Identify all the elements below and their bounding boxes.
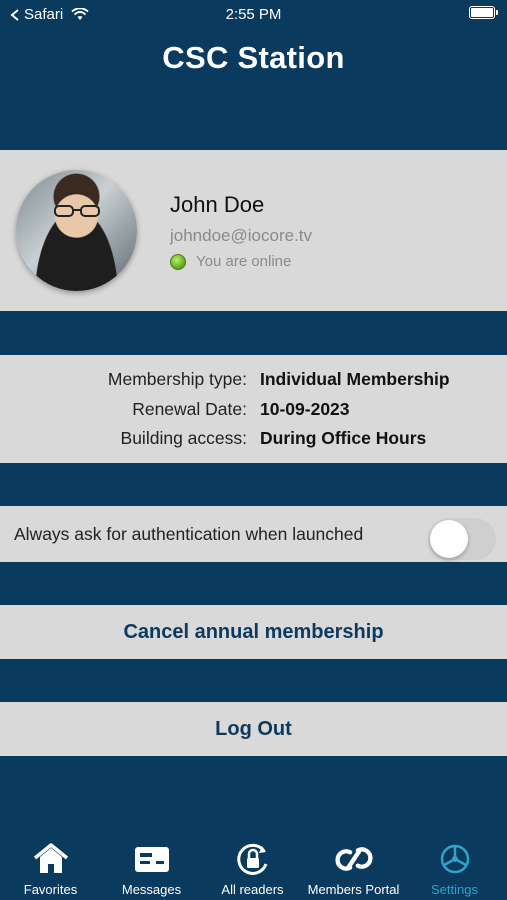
tab-bar: Favorites Messages All readers Members P…: [0, 836, 507, 900]
toggle-knob: [430, 520, 468, 558]
profile-panel: John Doe johndoe@iocore.tv You are onlin…: [0, 150, 507, 311]
membership-panel: Membership type: Individual Membership R…: [0, 355, 507, 463]
profile-email: johndoe@iocore.tv: [170, 226, 313, 245]
online-dot-icon: [170, 253, 186, 270]
building-access-label: Building access:: [120, 428, 247, 448]
online-status-text: You are online: [196, 253, 292, 270]
status-time: 2:55 PM: [225, 6, 282, 23]
glasses-icon: [54, 205, 100, 217]
cancel-membership-label: Cancel annual membership: [123, 620, 384, 643]
message-card-icon: [134, 847, 169, 872]
tab-favorites[interactable]: Favorites: [0, 836, 101, 900]
avatar: [16, 170, 137, 291]
tab-all-readers[interactable]: All readers: [202, 836, 303, 900]
renewal-date-row: Renewal Date: 10-09-2023: [0, 399, 507, 427]
settings-icon: [440, 844, 469, 874]
membership-type-row: Membership type: Individual Membership: [0, 369, 507, 397]
tab-members-portal[interactable]: Members Portal: [303, 836, 404, 900]
renewal-date-value: 10-09-2023: [260, 399, 350, 419]
auth-setting-row: Always ask for authentication when launc…: [0, 506, 507, 562]
portal-link-icon: [335, 847, 372, 871]
logout-label: Log Out: [215, 717, 292, 740]
membership-type-value: Individual Membership: [260, 369, 450, 389]
auth-toggle[interactable]: [428, 518, 496, 560]
page-title: CSC Station: [162, 40, 345, 75]
tab-settings-label: Settings: [431, 882, 478, 897]
auth-setting-label: Always ask for authentication when launc…: [14, 524, 364, 544]
tab-all-readers-label: All readers: [221, 882, 284, 897]
cancel-membership-button[interactable]: Cancel annual membership: [0, 605, 507, 659]
tab-favorites-label: Favorites: [23, 882, 78, 897]
online-status: You are online: [170, 253, 291, 270]
membership-type-label: Membership type:: [107, 369, 247, 389]
logout-button[interactable]: Log Out: [0, 702, 507, 756]
battery-icon: [469, 6, 498, 19]
tab-messages-label: Messages: [121, 882, 182, 897]
tab-messages[interactable]: Messages: [101, 836, 202, 900]
building-access-value: During Office Hours: [260, 428, 427, 448]
house-icon: [33, 843, 68, 873]
building-access-row: Building access: During Office Hours: [0, 428, 507, 456]
tab-settings[interactable]: Settings: [404, 836, 505, 900]
renewal-date-label: Renewal Date:: [132, 399, 247, 419]
status-bar: Safari 2:55 PM: [0, 0, 507, 30]
reader-lock-icon: [236, 843, 267, 875]
tab-members-portal-label: Members Portal: [307, 882, 400, 897]
profile-name: John Doe: [170, 192, 265, 217]
